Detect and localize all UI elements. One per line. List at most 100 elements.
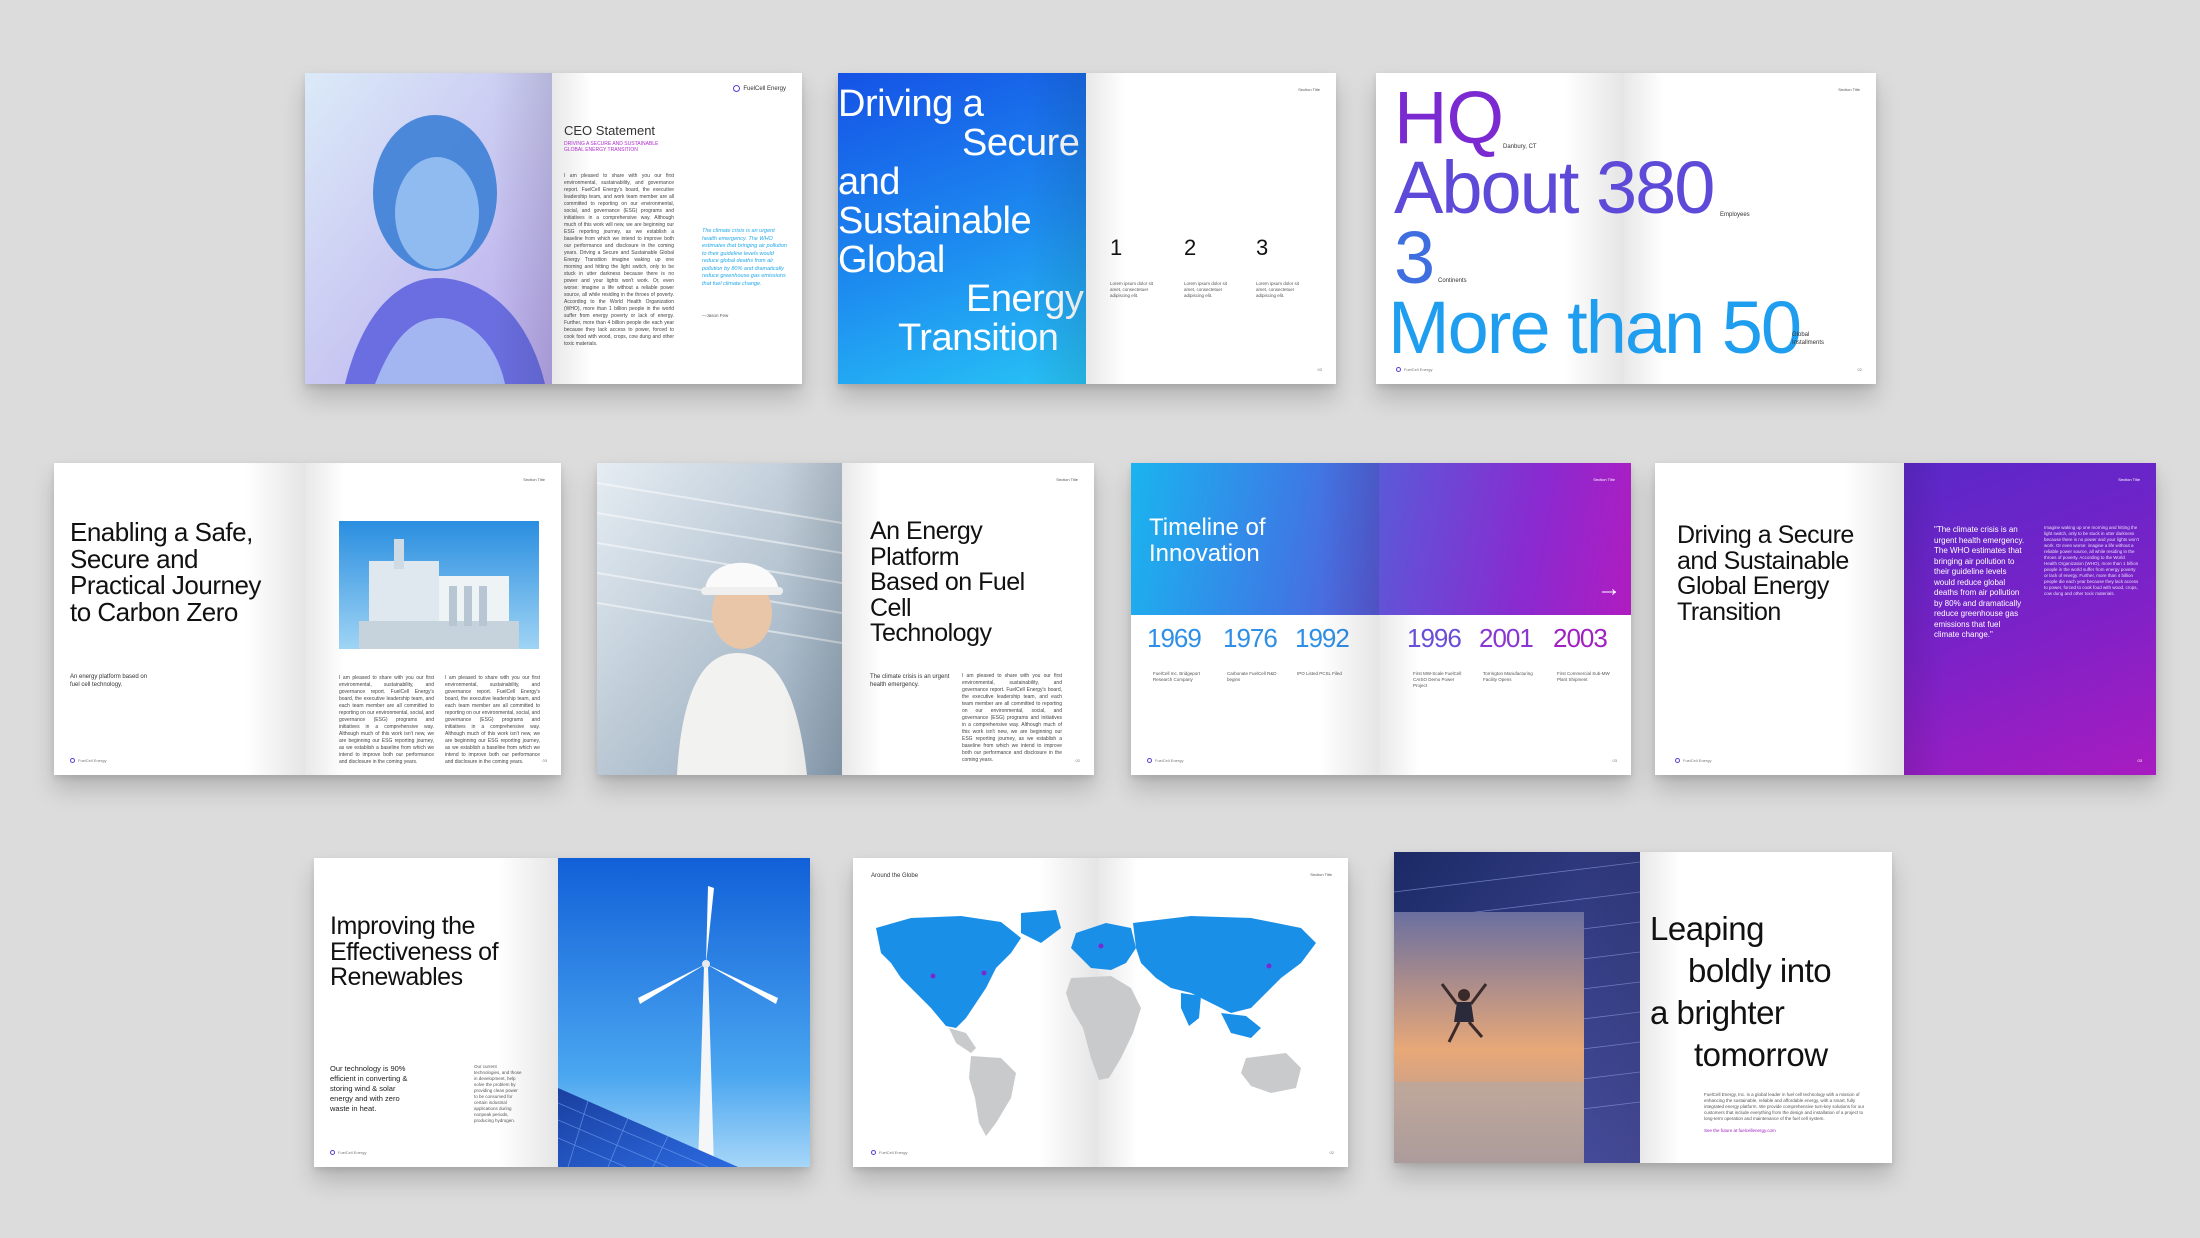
ceo-title: CEO Statement [564,123,656,138]
page-leaping-photo [1394,852,1640,1163]
footer-brand: FuelCell Energy [871,1150,907,1155]
timeline-year-1969: 1969 [1147,623,1202,653]
number-2-caption: Lorem ipsum dolor sit amet, consectetuer… [1184,281,1228,298]
timeline-caption-1976: Carbonate FuelCell R&D begins [1227,671,1277,682]
stat-hq-value: HQ [1394,76,1504,159]
page-worker-photo [597,463,842,775]
page-enabling-image: Section Title I am pleased to share with… [305,463,561,775]
number-2: 2 [1184,235,1197,260]
map-north-america [876,916,1021,1028]
fuelcell-logo-icon [1675,758,1680,763]
stat-continents-value: 3 [1394,216,1435,299]
page-number: 03 [1317,367,1322,372]
spread-ceo-statement: FuelCell Energy CEO Statement DRIVING A … [305,73,802,384]
section-title: Section Title [1298,87,1320,92]
map-pin-korea [1266,963,1272,969]
ceo-quote-author: —Jason Few [702,313,729,318]
page-timeline-right: Section Title → 1996 2001 2003 First MW-… [1379,463,1631,775]
page-number: 03 [542,758,547,763]
timeline-heading: Timeline of Innovation [1149,514,1266,567]
fuelcell-logo-icon [733,85,741,92]
spread-renewables: Improving the Effectiveness of Renewable… [314,858,810,1167]
stat-installments-label: Global Installments [1792,332,1825,346]
page-enabling-heading: Enabling a Safe, Secure and Practical Jo… [54,463,305,775]
footer-brand: FuelCell Energy [70,758,106,763]
fuelcell-logo-icon [330,1150,335,1155]
page-renewables-text: Improving the Effectiveness of Renewable… [314,858,558,1167]
section-title: Section Title [2118,477,2140,482]
footer-brand: FuelCell Energy [1147,758,1183,763]
ceo-portrait-image [305,73,552,384]
page-quote-gradient: Section Title "The climate crisis is an … [1904,463,2156,775]
timeline-gradient-band-right [1379,463,1631,615]
page-wind-solar-image [558,858,810,1167]
spread-driving-quote: Driving a Secure and Sustainable Global … [1655,463,2156,775]
spread-around-globe: Around the Globe FuelCell Energy Section… [853,858,1348,1167]
page-ceo-text: FuelCell Energy CEO Statement DRIVING A … [552,73,802,384]
leaping-link[interactable]: See the future at fuelcellenergy.com [1704,1128,1776,1134]
footer-brand: FuelCell Energy [330,1150,366,1155]
page-number: 03 [1612,758,1617,763]
timeline-year-1996: 1996 [1407,623,1462,653]
leaping-heading: Leaping boldly into a brighter tomorrow [1650,910,1832,1073]
page-gradient-heading: Driving a Secure and Sustainable Global … [838,73,1086,384]
ceo-subtitle: DRIVING A SECURE AND SUSTAINABLE GLOBAL … [564,141,659,153]
spread-energy-platform: Section Title An Energy Platform Based o… [597,463,1094,775]
section-title: Section Title [1593,477,1615,482]
renewables-subtext: Our technology is 90% efficient in conve… [330,1064,408,1113]
section-title: Section Title [1056,477,1078,482]
timeline-caption-2003: First Commercial Sub-MW Plant Shipment [1557,671,1610,682]
map-pin-ct [981,970,987,976]
map-southeast-asia [1221,1013,1261,1038]
section-title: Section Title [523,477,545,482]
page-numbers: Section Title 1 2 3 Lorem ipsum dolor si… [1086,73,1336,384]
wind-turbine-solar-image [558,858,810,1167]
section-title: Section Title [1838,87,1860,92]
page-ceo-photo [305,73,552,384]
enabling-body-col-2: I am pleased to share with you our first… [445,675,540,765]
number-3-caption: Lorem ipsum dolor sit amet, consectetuer… [1256,281,1300,298]
stat-employees-label: Employees [1720,212,1750,218]
section-title: Section Title [1310,872,1332,877]
arrow-right-icon[interactable]: → [1597,575,1621,603]
map-africa [1066,976,1141,1080]
page-number: 02 [1329,1150,1334,1155]
energy-platform-body: I am pleased to share with you our first… [962,673,1062,763]
page-number: 02 [1075,758,1080,763]
renewables-heading: Improving the Effectiveness of Renewable… [330,912,499,991]
stat-continents-label: Continents [1438,278,1467,284]
spread-enabling-safe: Enabling a Safe, Secure and Practical Jo… [54,463,561,775]
map-australia [1241,1053,1301,1093]
page-leaping-text: Leaping boldly into a brighter tomorrow … [1640,852,1892,1163]
spread-driving-secure-numbers: Driving a Secure and Sustainable Global … [838,73,1336,384]
page-timeline-left: Timeline of Innovation 1969 1976 1992 Fu… [1131,463,1379,775]
engineer-photo [597,463,842,775]
page-number: 02 [1857,367,1862,372]
leaping-body: FuelCell Energy, Inc. is a global leader… [1704,1092,1865,1121]
stat-installments-value: More than 50 [1388,286,1802,369]
driving-body: Imagine waking up one morning and hittin… [2044,525,2139,596]
enabling-subtext: An energy platform based on fuel cell te… [70,674,148,688]
driving-secure-heading: Driving a Secure and Sustainable Global … [1677,521,1854,626]
timeline-caption-2001: Torrington Manufacturing Facility Opens [1483,671,1533,682]
spread-hq-stats: Section Title HQ Danbury, CT About 380 E… [1376,73,1876,384]
brand-logo: FuelCell Energy [733,85,786,93]
timeline-year-1992: 1992 [1295,623,1350,653]
timeline-year-1976: 1976 [1223,623,1278,653]
energy-platform-subtext: The climate crisis is an urgent health e… [870,674,950,688]
spread-timeline: Timeline of Innovation 1969 1976 1992 Fu… [1131,463,1631,775]
ceo-body-text: I am pleased to share with you our first… [564,173,674,347]
map-india [1181,993,1201,1026]
fuelcell-logo-icon [70,758,75,763]
footer-brand: FuelCell Energy [1675,758,1711,763]
footer-brand: FuelCell Energy [1396,367,1432,372]
driving-quote: "The climate crisis is an urgent health … [1934,525,2025,639]
map-central-america [949,1028,976,1053]
timeline-year-2001: 2001 [1479,623,1534,653]
enabling-body-col-1: I am pleased to share with you our first… [339,675,434,765]
timeline-caption-1992: IPO Listed PCSL Filed [1297,671,1342,676]
fuelcell-logo-icon [1147,758,1152,763]
stat-employees-value: About 380 [1394,146,1715,229]
map-south-america [969,1056,1016,1136]
driving-heading: Driving a Secure and Sustainable Global … [838,83,1084,359]
